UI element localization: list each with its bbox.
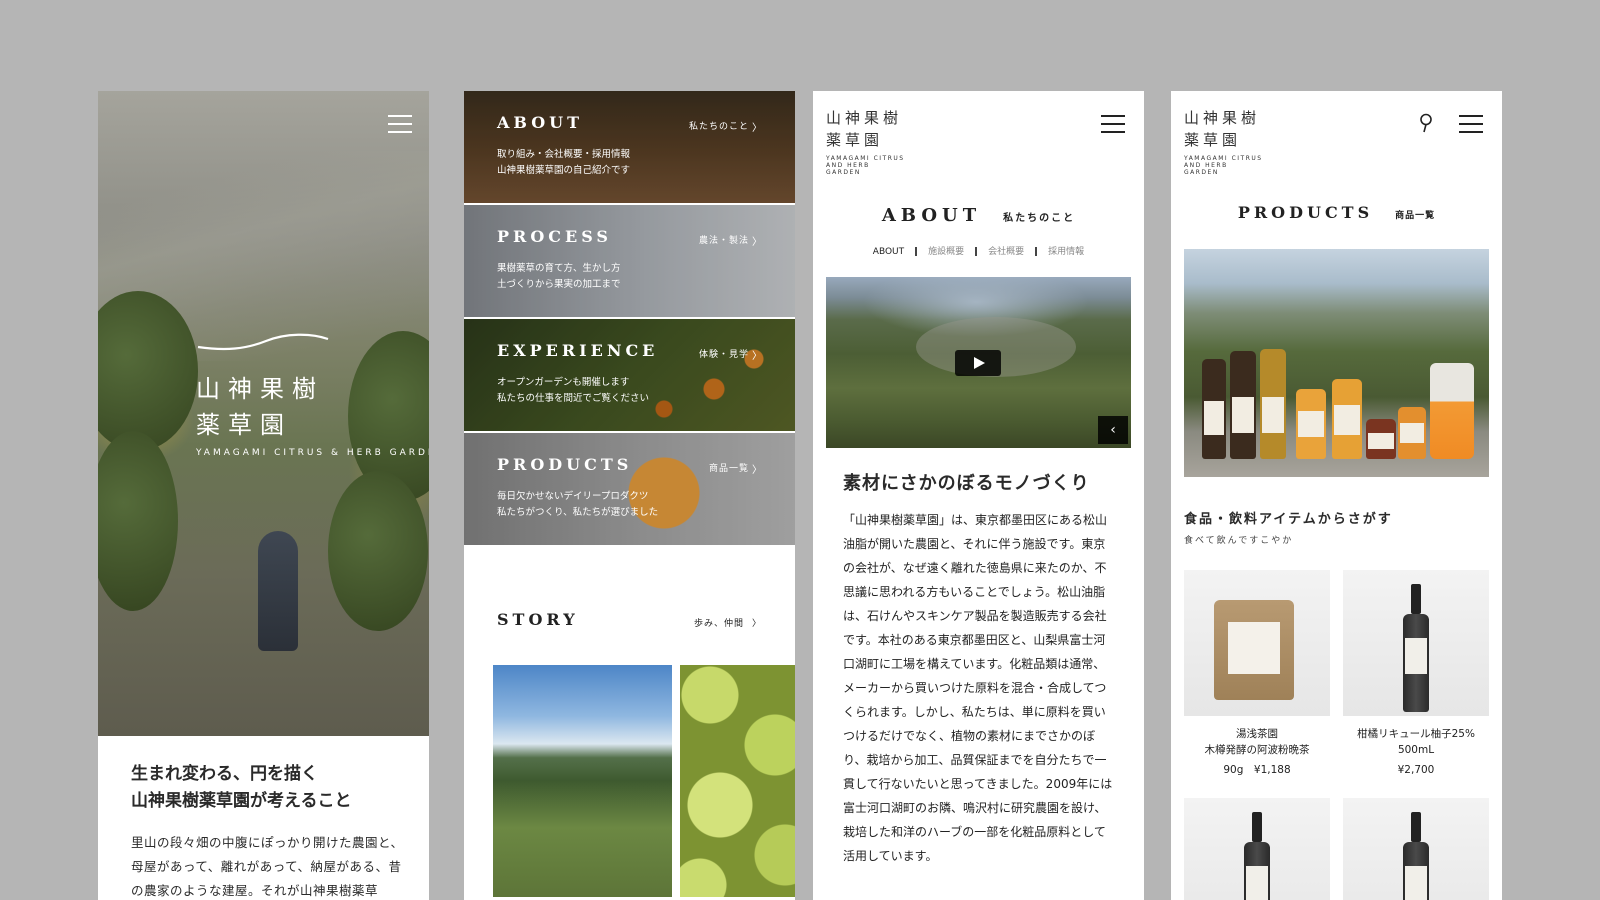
play-icon[interactable] [955, 350, 1001, 376]
products-hero-image [1184, 249, 1489, 477]
brand-line1: 山神果樹 [1184, 109, 1261, 127]
video-thumbnail[interactable]: ‹ [826, 277, 1131, 448]
nav-card-desc: 果樹薬草の育て方、生かし方 土づくりから果実の加工まで [497, 263, 621, 290]
hero-brand-line1: 山神果樹 [196, 375, 324, 403]
screen-about: 山神果樹 薬草園 YAMAGAMI CITRUS AND HERB GARDEN… [813, 91, 1144, 900]
story-link[interactable]: 歩み、仲間〉 [694, 616, 762, 629]
nav-card-title: EXPERIENCE [497, 341, 659, 360]
nav-card-title: ABOUT [497, 113, 584, 132]
nav-card-experience[interactable]: EXPERIENCE 体験・見学 〉 オープンガーデンも開催します 私たちの仕事を… [464, 319, 795, 431]
tab-about[interactable]: ABOUT [873, 247, 904, 257]
intro-heading: 生まれ変わる、円を描く 山神果樹薬草園が考えること [131, 761, 406, 815]
tab-company[interactable]: 会社概要 [988, 244, 1024, 257]
product-name: 湯浅茶園 木樽発酵の阿波粉晩茶 [1204, 728, 1310, 756]
page-title: ABOUT 私たちのこと [813, 205, 1144, 226]
page-title-en: PRODUCTS [1237, 203, 1374, 222]
product-image [1343, 798, 1489, 900]
chevron-right-icon: 〉 [751, 619, 762, 629]
product-card[interactable]: 湯浅茶園 木樽発酵の阿波粉晩茶 90g ¥1,188 [1184, 570, 1330, 778]
intro-heading-line2: 山神果樹薬草園が考えること [131, 791, 352, 811]
brand-logo[interactable]: 山神果樹 薬草園 YAMAGAMI CITRUS AND HERB GARDEN [826, 107, 906, 176]
nav-card-desc: 取り組み・会社概要・採用情報 山神果樹薬草園の自己紹介です [497, 149, 631, 176]
hero-logo: 山神果樹 薬草園 YAMAGAMI CITRUS & HERB GARDEN [196, 331, 429, 459]
brand-line2: 薬草園 [826, 131, 884, 149]
tab-recruit[interactable]: 採用情報 [1048, 244, 1084, 257]
nav-card-jp: 私たちのこと [688, 122, 749, 132]
nav-card-desc: 毎日欠かせないデイリープロダクツ 私たちがつくり、私たちが選びました [497, 491, 659, 518]
product-image [1184, 570, 1330, 716]
chevron-right-icon: 〉 [752, 351, 762, 362]
product-card[interactable] [1343, 798, 1489, 900]
nav-card-jp: 商品一覧 [708, 464, 749, 474]
nav-card-title: PROCESS [497, 227, 612, 246]
intro-heading-line1: 生まれ変わる、円を描く [131, 764, 318, 784]
page-title-jp: 商品一覧 [1395, 211, 1436, 221]
menu-icon[interactable] [1101, 115, 1125, 133]
menu-icon[interactable] [388, 115, 412, 133]
screen-menu: ABOUT 私たちのこと 〉 取り組み・会社概要・採用情報 山神果樹薬草園の自己紹… [464, 91, 795, 900]
brand-logo[interactable]: 山神果樹 薬草園 YAMAGAMI CITRUS AND HERB GARDEN [1184, 107, 1264, 176]
nav-card-title: PRODUCTS [497, 455, 633, 474]
brand-en: YAMAGAMI CITRUS AND HERB GARDEN [1184, 155, 1263, 176]
product-price: 90g ¥1,188 [1223, 764, 1291, 776]
menu-icon[interactable] [1459, 115, 1483, 133]
category-subtitle: 食べて飲んですこやか [1184, 536, 1294, 546]
hero-brand-line2: 薬草園 [196, 411, 292, 439]
section-heading: 素材にさかのぼるモノづくり [843, 473, 1090, 494]
product-price: ¥2,700 [1397, 764, 1435, 776]
category-title: 食品・飲料アイテムからさがす [1184, 512, 1393, 527]
nav-card-about[interactable]: ABOUT 私たちのこと 〉 取り組み・会社概要・採用情報 山神果樹薬草園の自己紹… [464, 91, 795, 203]
product-name: 柑橘リキュール柚子25% 500mL [1357, 728, 1475, 756]
chevron-right-icon: 〉 [752, 237, 762, 248]
intro-body: 里山の段々畑の中腹にぽっかり開けた農園と、母屋があって、離れがあって、納屋がある… [131, 835, 404, 898]
brand-en: YAMAGAMI CITRUS AND HERB GARDEN [826, 155, 905, 176]
brand-line2: 薬草園 [1184, 131, 1242, 149]
nav-card-products[interactable]: PRODUCTS 商品一覧 〉 毎日欠かせないデイリープロダクツ 私たちがつくり、… [464, 433, 795, 545]
story-image-lemons[interactable] [680, 665, 795, 897]
brand-line1: 山神果樹 [826, 109, 903, 127]
sub-nav: ABOUT 施設概要 会社概要 採用情報 [813, 244, 1144, 257]
product-image [1184, 798, 1330, 900]
chevron-left-icon[interactable]: ‹ [1098, 416, 1128, 444]
hero-person [258, 531, 298, 651]
nav-card-jp: 体験・見学 [698, 350, 749, 360]
product-image [1343, 570, 1489, 716]
story-title: STORY [497, 610, 579, 629]
tab-facility[interactable]: 施設概要 [928, 244, 964, 257]
logo-wave-icon [197, 333, 329, 351]
product-card[interactable] [1184, 798, 1330, 900]
nav-card-desc: オープンガーデンも開催します 私たちの仕事を間近でご覧ください [497, 377, 650, 404]
hero-brand-en: YAMAGAMI CITRUS & HERB GARDEN [196, 448, 429, 458]
nav-card-jp: 農法・製法 [698, 236, 749, 246]
page-title-en: ABOUT [881, 205, 982, 226]
nav-card-process[interactable]: PROCESS 農法・製法 〉 果樹薬草の育て方、生かし方 土づくりから果実の加工… [464, 205, 795, 317]
story-image-mountain[interactable] [493, 665, 672, 897]
page-title-jp: 私たちのこと [1003, 213, 1076, 224]
intro-section: 生まれ変わる、円を描く 山神果樹薬草園が考えること 里山の段々畑の中腹にぽっかり… [131, 761, 406, 900]
product-card[interactable]: 柑橘リキュール柚子25% 500mL ¥2,700 [1343, 570, 1489, 778]
chevron-right-icon: 〉 [752, 123, 762, 134]
page-title: PRODUCTS 商品一覧 [1171, 203, 1502, 222]
chevron-right-icon: 〉 [752, 465, 762, 476]
search-icon[interactable] [1419, 113, 1433, 133]
screen-products: 山神果樹 薬草園 YAMAGAMI CITRUS AND HERB GARDEN… [1171, 91, 1502, 900]
section-body: 「山神果樹薬草園」は、東京都墨田区にある松山油脂が開いた農園と、それに伴う施設で… [843, 513, 1113, 863]
screen-hero: 山神果樹 薬草園 YAMAGAMI CITRUS & HERB GARDEN 生… [98, 91, 429, 900]
